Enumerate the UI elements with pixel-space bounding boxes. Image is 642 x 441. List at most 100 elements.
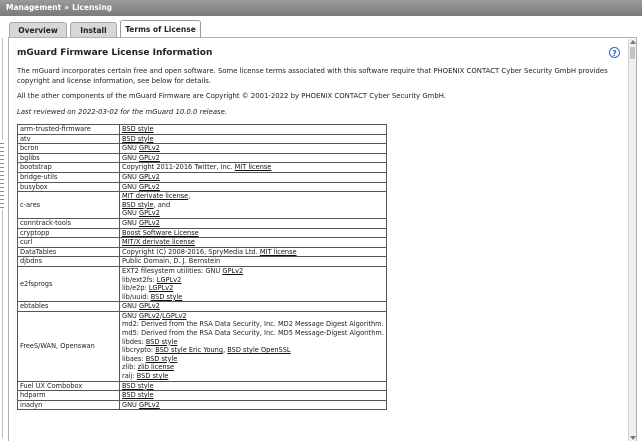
component-name: arm-trusted-firmware (17, 124, 120, 135)
license-link[interactable]: BSD style (122, 201, 154, 209)
component-name: ebtables (17, 301, 120, 312)
component-name: atv (17, 133, 120, 145)
breadcrumb: Management» Licensing (0, 0, 642, 16)
license-link[interactable]: BSD style (122, 135, 154, 143)
license-line: MIT derivate license, (122, 192, 384, 201)
license-link[interactable]: GPLv2 (139, 312, 160, 320)
scroll-up-arrow-icon[interactable] (630, 40, 636, 44)
license-link[interactable]: BSD style (151, 293, 183, 301)
license-text: md5: Derived from the RSA Data Security,… (122, 329, 384, 338)
breadcrumb-separator: » (64, 3, 70, 12)
license-text: GNU (122, 400, 139, 409)
license-link[interactable]: BSD style (146, 338, 178, 346)
license-text: raij: (122, 372, 137, 381)
license-link[interactable]: GPLv2 (139, 401, 160, 409)
license-line: libaes: BSD style (122, 355, 384, 364)
license-line: BSD style (122, 125, 384, 134)
license-text: GNU (122, 182, 139, 191)
license-link[interactable]: BSD style (122, 125, 154, 133)
scrollbar-thumb[interactable] (630, 47, 635, 59)
license-link[interactable]: MIT license (235, 163, 272, 171)
tab-terms-of-license[interactable]: Terms of License (120, 20, 201, 38)
license-link[interactable]: GPLv2 (139, 183, 160, 191)
component-name: busybox (17, 181, 120, 193)
resize-handle[interactable] (0, 140, 4, 210)
license-description: MIT derivate license, BSD style, and GNU G… (119, 191, 387, 219)
license-link[interactable]: MIT license (260, 248, 297, 256)
license-link[interactable]: MIT derivate license (122, 192, 188, 200)
license-line: lib/ext2fs: LGPLv2 (122, 276, 384, 285)
license-link[interactable]: MIT/X derivate license (122, 238, 195, 246)
license-link[interactable]: GPLv2 (139, 173, 160, 181)
license-link[interactable]: BSD style (122, 382, 154, 390)
license-link[interactable]: GPLv2 (139, 144, 160, 152)
tab-install[interactable]: Install (70, 22, 117, 37)
license-link[interactable]: BSD style (122, 391, 154, 399)
license-text: md2: Derived from the RSA Data Security,… (122, 320, 384, 329)
license-line: GNU GPLv2 (122, 401, 384, 410)
breadcrumb-page: Licensing (72, 3, 113, 12)
license-link[interactable]: Boost Software License (122, 229, 199, 237)
license-link[interactable]: GPLv2 (222, 267, 243, 275)
license-text: lib/e2p: (122, 284, 149, 293)
license-link[interactable]: BSD style Eric Young (155, 346, 223, 354)
license-description: GNU GPLv2 (119, 399, 387, 411)
component-name: DataTables (17, 246, 120, 258)
license-text: GNU (122, 302, 139, 311)
tab-overview[interactable]: Overview (9, 22, 67, 37)
license-line: GNU GPLv2 (122, 302, 384, 311)
component-name: bridge-utils (17, 171, 120, 183)
license-description: Boost Software License (119, 227, 387, 239)
license-link[interactable]: GPLv2 (139, 154, 160, 162)
vertical-scrollbar[interactable] (628, 39, 636, 441)
license-link[interactable]: GPLv2 (139, 302, 160, 310)
license-line: BSD style, and (122, 201, 384, 210)
breadcrumb-section[interactable]: Management (6, 3, 61, 12)
license-line: EXT2 filesystem utilities: GNU GPLv2 (122, 267, 384, 276)
license-line: Copyright (C) 2008-2016, SpryMedia Ltd. … (122, 248, 384, 257)
license-link[interactable]: LGPLv2 (162, 312, 187, 320)
license-line: lib/uuid: BSD style (122, 293, 384, 302)
table-row: bootstrap Copyright 2011-2016 Twitter, In… (17, 162, 387, 173)
component-name: c-ares (17, 191, 120, 219)
table-row: conntrack-tools GNU GPLv2 (17, 217, 387, 229)
left-divider (2, 38, 3, 438)
table-row: inadyn GNU GPLv2 (17, 399, 387, 411)
table-row: Fuel UX Combobox BSD style (17, 380, 387, 392)
license-description: BSD style (119, 390, 387, 401)
license-link[interactable]: zlib license (138, 363, 174, 371)
table-row: atv BSD style (17, 133, 387, 145)
license-link[interactable]: BSD style (137, 372, 169, 380)
license-description: Public Domain, D. J. Bernstein (119, 256, 387, 267)
license-line: md5: Derived from the RSA Data Security,… (122, 329, 384, 338)
license-link[interactable]: GPLv2 (139, 219, 160, 227)
license-link[interactable]: LGPLv2 (149, 284, 174, 292)
copyright-text: All the other components of the mGuard F… (17, 92, 446, 100)
license-line: GNU GPLv2 (122, 219, 384, 228)
license-description: GNU GPLv2 (119, 152, 387, 164)
license-link[interactable]: BSD style (146, 355, 178, 363)
scroll-down-arrow-icon[interactable] (630, 436, 636, 440)
license-line: GNU GPLv2/LGPLv2 (122, 312, 384, 321)
page-title: mGuard Firmware License Information (17, 48, 213, 58)
license-text: lib/ext2fs: (122, 275, 157, 284)
license-description: GNU GPLv2 (119, 217, 387, 229)
table-row: busybox GNU GPLv2 (17, 181, 387, 193)
license-line: BSD style (122, 382, 384, 391)
license-line: Copyright 2011-2016 Twitter, Inc. MIT li… (122, 163, 384, 172)
table-row: arm-trusted-firmware BSD style (17, 124, 387, 135)
license-link[interactable]: GPLv2 (139, 209, 160, 217)
component-name: bcron (17, 143, 120, 154)
license-text: libaes: (122, 354, 146, 363)
license-link[interactable]: BSD style OpenSSL (227, 346, 290, 354)
license-text: Copyright 2011-2016 Twitter, Inc. (122, 163, 235, 172)
license-description: EXT2 filesystem utilities: GNU GPLv2 lib/… (119, 265, 387, 303)
license-panel: mGuard Firmware License Information ? Th… (8, 37, 637, 441)
license-text: GNU (122, 311, 139, 320)
license-description: GNU GPLv2 (119, 181, 387, 193)
license-link[interactable]: LGPLv2 (157, 276, 182, 284)
license-text: GNU (122, 172, 139, 181)
help-icon[interactable]: ? (609, 47, 620, 58)
table-row: ebtables GNU GPLv2 (17, 301, 387, 312)
license-text: lib/uuid: (122, 292, 151, 301)
